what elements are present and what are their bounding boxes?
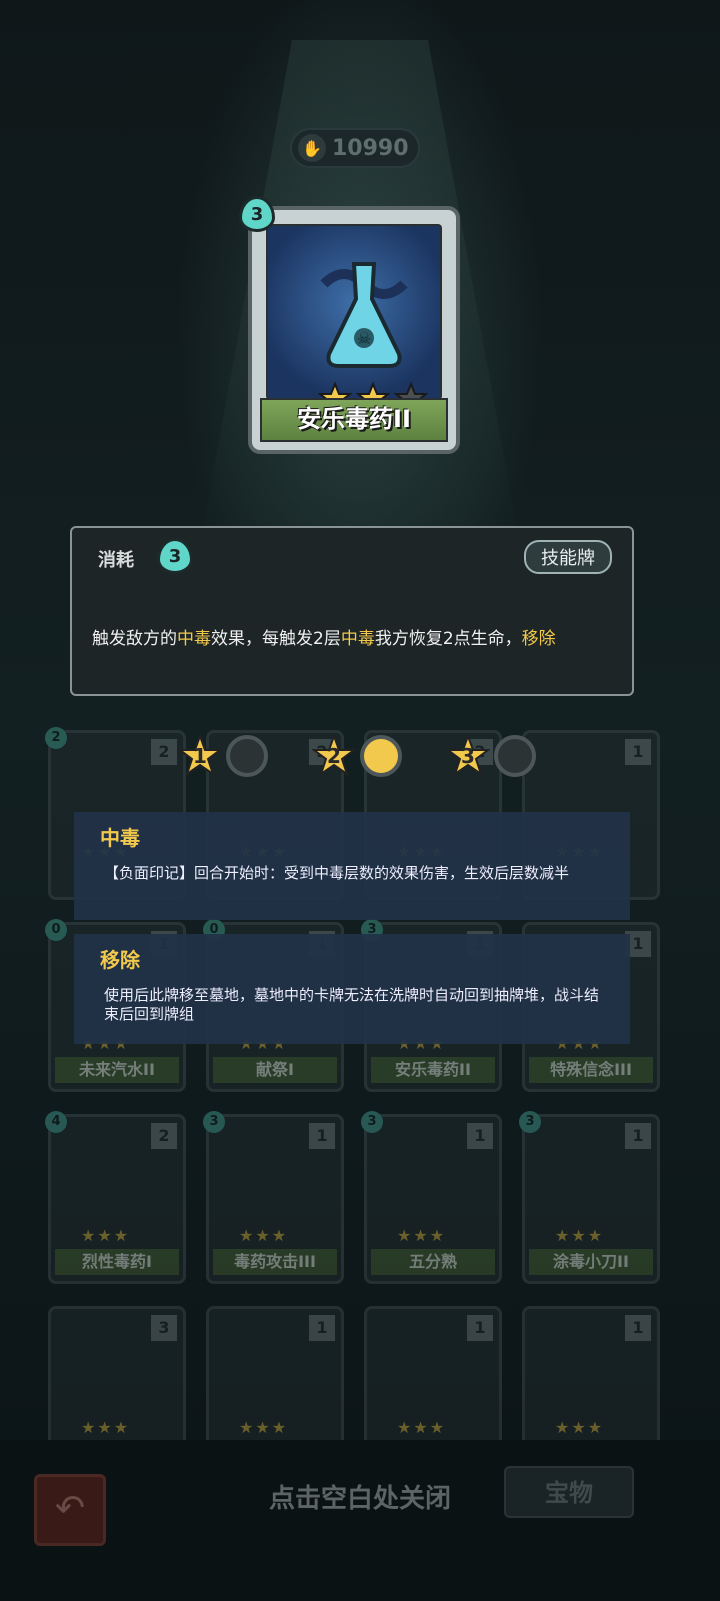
deck-card-stars: ★★★ [397, 1418, 447, 1437]
description-panel: 消耗 3 技能牌 触发敌方的中毒效果，每触发2层中毒我方恢复2点生命，移除 [70, 526, 634, 696]
currency-display: ✋ 10990 [290, 128, 420, 168]
keyword-poison-link[interactable]: 中毒 [177, 629, 211, 649]
level-number: 2 [327, 744, 341, 768]
level-slot-2 [360, 735, 402, 777]
deck-card-stars: ★★★ [239, 1418, 289, 1437]
deck-card-name: 未来汽水II [55, 1057, 179, 1083]
keyword-poison-link[interactable]: 中毒 [341, 629, 375, 649]
cost-label: 消耗 [98, 550, 134, 571]
level-slot-3 [494, 735, 536, 777]
keyword-info-poison: 中毒 【负面印记】回合开始时：受到中毒层数的效果伤害，生效后层数减半 [74, 812, 630, 920]
keyword-body: 【负面印记】回合开始时：受到中毒层数的效果伤害，生效后层数减半 [104, 864, 570, 882]
deck-card-name: 特殊信念III [529, 1057, 653, 1083]
effect-text-part: 触发敌方的 [92, 629, 177, 649]
card-name: 安乐毒药II [260, 398, 448, 442]
deck-card-stars: ★★★ [397, 1226, 447, 1245]
effect-text-part: 我方恢复2点生命， [374, 629, 522, 649]
level-star-icon: 1 [178, 734, 222, 778]
deck-card-cost: 2 [45, 727, 67, 749]
card-cost-value: 3 [250, 203, 264, 225]
level-star-icon: 3 [446, 734, 490, 778]
deck-card-name: 五分熟 [371, 1249, 495, 1275]
deck-card-count: 1 [309, 1315, 335, 1341]
skull-hand-icon: ✋ [298, 134, 326, 162]
bottom-bar [0, 1440, 720, 1601]
keyword-title: 移除 [100, 948, 140, 972]
deck-card[interactable]: 3 1 ★★★ 毒药攻击III [203, 1111, 344, 1284]
deck-card[interactable]: 3 1 ★★★ 涂毒小刀II [519, 1111, 660, 1284]
deck-card-cost: 4 [45, 1111, 67, 1133]
deck-card-count: 1 [625, 739, 651, 765]
deck-card-stars: ★★★ [239, 1226, 289, 1245]
deck-card-count: 1 [625, 1123, 651, 1149]
effect-text: 触发敌方的中毒效果，每触发2层中毒我方恢复2点生命，移除 [92, 624, 556, 649]
poison-flask-icon: ☠ [320, 262, 408, 368]
energy-drop-icon: 3 [157, 538, 193, 574]
deck-card-stars: ★★★ [81, 1226, 131, 1245]
energy-drop-icon: 3 [239, 196, 275, 232]
deck-card-count: 2 [151, 739, 177, 765]
deck-card-cost: 0 [45, 919, 67, 941]
keyword-title: 中毒 [100, 826, 140, 850]
keyword-remove-link[interactable]: 移除 [522, 629, 556, 649]
deck-card-count: 2 [151, 1123, 177, 1149]
level-number: 3 [461, 744, 475, 768]
close-hint: 点击空白处关闭 [268, 1484, 451, 1514]
level-number: 1 [193, 744, 207, 768]
deck-card-stars: ★★★ [555, 1226, 605, 1245]
desc-cost-badge: 3 [156, 536, 194, 576]
featured-card: ☠ 安乐毒药II [248, 206, 460, 454]
deck-card-cost: 3 [361, 1111, 383, 1133]
effect-text-part: 效果，每触发2层 [211, 629, 341, 649]
deck-card-name: 献祭I [213, 1057, 337, 1083]
keyword-body: 使用后此牌移至墓地，墓地中的卡牌无法在洗牌时自动回到抽牌堆，战斗结束后回到牌组 [104, 986, 600, 1023]
keyword-info-remove: 移除 使用后此牌移至墓地，墓地中的卡牌无法在洗牌时自动回到抽牌堆，战斗结束后回到… [74, 934, 630, 1044]
level-star-icon: 2 [312, 734, 356, 778]
deck-card-name: 烈性毒药I [55, 1249, 179, 1275]
deck-card-cost: 3 [519, 1111, 541, 1133]
upgrade-progress: 1 2 3 [178, 734, 536, 778]
card-type-badge: 技能牌 [524, 540, 612, 574]
currency-value: 10990 [332, 135, 409, 161]
deck-card-name: 涂毒小刀II [529, 1249, 653, 1275]
deck-card-stars: ★★★ [555, 1418, 605, 1437]
deck-card-cost: 3 [203, 1111, 225, 1133]
card-art: ☠ [266, 224, 442, 400]
deck-card-count: 3 [151, 1315, 177, 1341]
deck-card-count: 1 [467, 1315, 493, 1341]
deck-card-stars: ★★★ [81, 1418, 131, 1437]
deck-card-count: 1 [309, 1123, 335, 1149]
deck-card-name: 安乐毒药II [371, 1057, 495, 1083]
deck-card[interactable]: 3 1 ★★★ 五分熟 [361, 1111, 502, 1284]
desc-cost-value: 3 [168, 545, 182, 567]
deck-card[interactable]: 4 2 ★★★ 烈性毒药I [45, 1111, 186, 1284]
deck-card-count: 1 [467, 1123, 493, 1149]
deck-card-name: 毒药攻击III [213, 1249, 337, 1275]
level-slot-1 [226, 735, 268, 777]
svg-text:☠: ☠ [357, 329, 371, 348]
deck-card-count: 1 [625, 1315, 651, 1341]
card-cost-badge: 3 [238, 194, 276, 234]
